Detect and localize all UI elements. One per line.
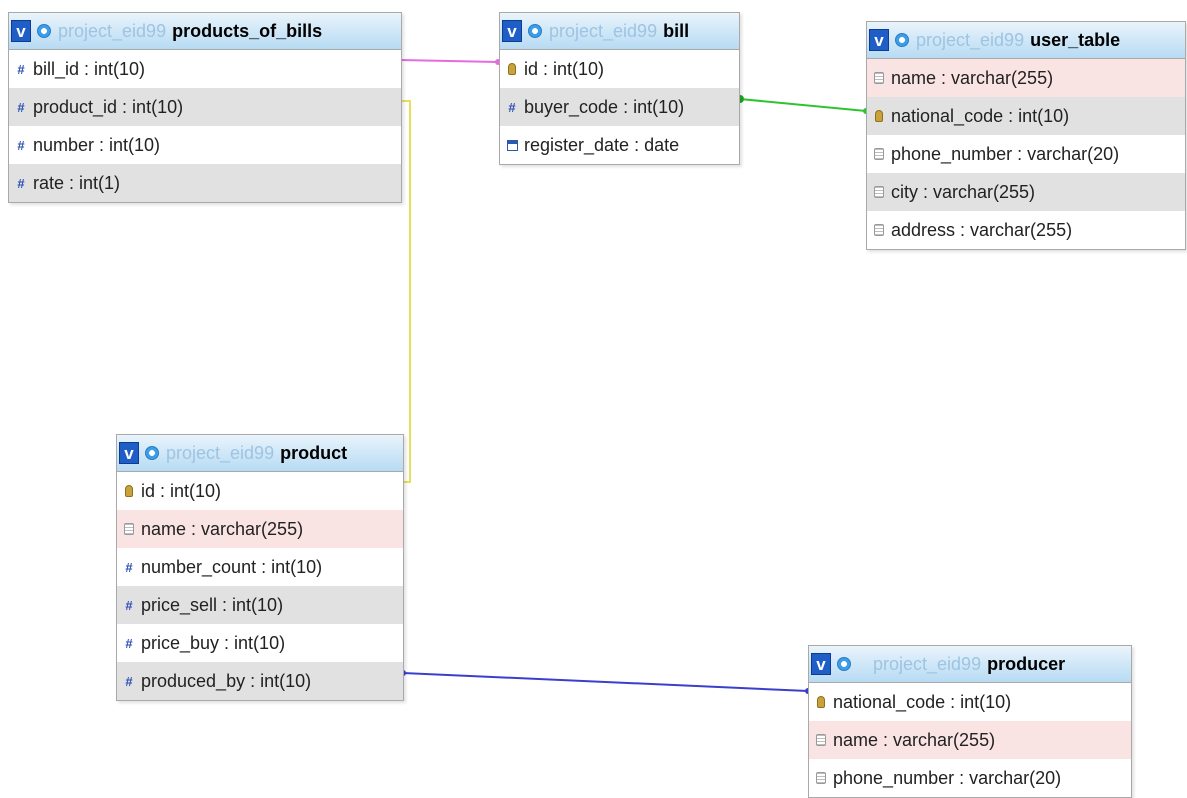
table-name: producer <box>987 653 1066 674</box>
key-icon <box>815 696 827 708</box>
toggle-v-icon[interactable]: v <box>119 442 139 464</box>
column-row[interactable]: # buyer_code : int(10) <box>500 88 739 126</box>
database-name: project_eid99 <box>58 20 167 41</box>
toggle-v-icon[interactable]: v <box>869 29 889 51</box>
database-name: project_eid99 <box>166 442 275 463</box>
table-product[interactable]: v project_eid99 product id : int(10) nam… <box>116 434 404 701</box>
column-row[interactable]: # produced_by : int(10) <box>117 662 403 700</box>
key-icon <box>506 63 518 75</box>
string-icon <box>873 148 885 160</box>
table-name: user_table <box>1030 29 1121 50</box>
table-bill[interactable]: v project_eid99 bill id : int(10) # buyer… <box>499 12 740 165</box>
settings-gear-icon[interactable] <box>837 657 851 671</box>
column-label: register_date : date <box>524 134 680 155</box>
string-icon <box>873 72 885 84</box>
toggle-v-icon[interactable]: v <box>811 653 831 675</box>
column-row[interactable]: # product_id : int(10) <box>9 88 401 126</box>
settings-gear-icon[interactable] <box>37 24 51 38</box>
column-label: id : int(10) <box>524 58 605 79</box>
string-icon <box>873 224 885 236</box>
table-header[interactable]: v project_eid99 producer <box>809 646 1131 683</box>
database-name: project_eid99 <box>549 20 658 41</box>
string-icon <box>815 734 827 746</box>
settings-gear-icon[interactable] <box>145 446 159 460</box>
column-row[interactable]: id : int(10) <box>500 50 739 88</box>
table-producer[interactable]: v project_eid99 producer national_code :… <box>808 645 1132 798</box>
string-icon <box>815 772 827 784</box>
column-label: address : varchar(255) <box>891 219 1073 240</box>
database-name: project_eid99 <box>916 29 1025 50</box>
column-label: produced_by : int(10) <box>141 670 312 691</box>
number-icon: # <box>125 673 133 689</box>
column-label: name : varchar(255) <box>141 518 304 539</box>
column-label: national_code : int(10) <box>891 105 1070 126</box>
column-row[interactable]: national_code : int(10) <box>809 683 1131 721</box>
column-row[interactable]: phone_number : varchar(20) <box>809 759 1131 797</box>
column-row[interactable]: # price_sell : int(10) <box>117 586 403 624</box>
column-label: price_buy : int(10) <box>141 632 286 653</box>
table-header[interactable]: v project_eid99 bill <box>500 13 739 50</box>
database-name: project_eid99 <box>873 653 982 674</box>
column-row[interactable]: phone_number : varchar(20) <box>867 135 1185 173</box>
toggle-v-icon[interactable]: v <box>502 20 522 42</box>
number-icon: # <box>125 597 133 613</box>
column-row[interactable]: # number_count : int(10) <box>117 548 403 586</box>
table-header[interactable]: v project_eid99 user_table <box>867 22 1185 59</box>
column-label: rate : int(1) <box>33 172 121 193</box>
table-products-of-bills[interactable]: v project_eid99 products_of_bills # bill_… <box>8 12 402 203</box>
table-name: product <box>280 442 348 463</box>
column-row[interactable]: national_code : int(10) <box>867 97 1185 135</box>
toggle-v-icon[interactable]: v <box>11 20 31 42</box>
column-label: id : int(10) <box>141 480 222 501</box>
column-row[interactable]: # price_buy : int(10) <box>117 624 403 662</box>
string-icon <box>123 523 135 535</box>
relation-bill-to-user-table <box>739 98 867 112</box>
table-name: products_of_bills <box>172 20 323 41</box>
key-icon <box>123 485 135 497</box>
column-label: phone_number : varchar(20) <box>891 143 1120 164</box>
number-icon: # <box>17 137 25 153</box>
settings-gear-icon[interactable] <box>528 24 542 38</box>
column-row[interactable]: name : varchar(255) <box>867 59 1185 97</box>
key-icon <box>873 110 885 122</box>
relation-products-of-bills-to-bill <box>400 59 499 63</box>
column-label: number : int(10) <box>33 134 161 155</box>
column-row[interactable]: name : varchar(255) <box>809 721 1131 759</box>
settings-gear-icon[interactable] <box>895 33 909 47</box>
table-header[interactable]: v project_eid99 products_of_bills <box>9 13 401 50</box>
table-header[interactable]: v project_eid99 product <box>117 435 403 472</box>
number-icon: # <box>125 635 133 651</box>
column-label: city : varchar(255) <box>891 181 1036 202</box>
column-row[interactable]: address : varchar(255) <box>867 211 1185 249</box>
table-name: bill <box>663 20 690 41</box>
column-label: national_code : int(10) <box>833 691 1012 712</box>
number-icon: # <box>17 175 25 191</box>
number-icon: # <box>508 99 516 115</box>
column-label: number_count : int(10) <box>141 556 323 577</box>
relation-product-to-producer <box>402 672 809 692</box>
column-row[interactable]: name : varchar(255) <box>117 510 403 548</box>
column-row[interactable]: register_date : date <box>500 126 739 164</box>
relation-products-of-bills-to-product <box>401 100 411 483</box>
column-label: price_sell : int(10) <box>141 594 284 615</box>
column-label: product_id : int(10) <box>33 96 184 117</box>
column-label: bill_id : int(10) <box>33 58 146 79</box>
number-icon: # <box>17 99 25 115</box>
column-label: name : varchar(255) <box>833 729 996 750</box>
table-user-table[interactable]: v project_eid99 user_table name : varcha… <box>866 21 1186 250</box>
column-row[interactable]: id : int(10) <box>117 472 403 510</box>
column-row[interactable]: # number : int(10) <box>9 126 401 164</box>
column-row[interactable]: # rate : int(1) <box>9 164 401 202</box>
number-icon: # <box>17 61 25 77</box>
column-row[interactable]: city : varchar(255) <box>867 173 1185 211</box>
string-icon <box>873 186 885 198</box>
column-label: buyer_code : int(10) <box>524 96 685 117</box>
date-icon <box>506 139 518 151</box>
column-row[interactable]: # bill_id : int(10) <box>9 50 401 88</box>
column-label: name : varchar(255) <box>891 67 1054 88</box>
column-label: phone_number : varchar(20) <box>833 767 1062 788</box>
number-icon: # <box>125 559 133 575</box>
